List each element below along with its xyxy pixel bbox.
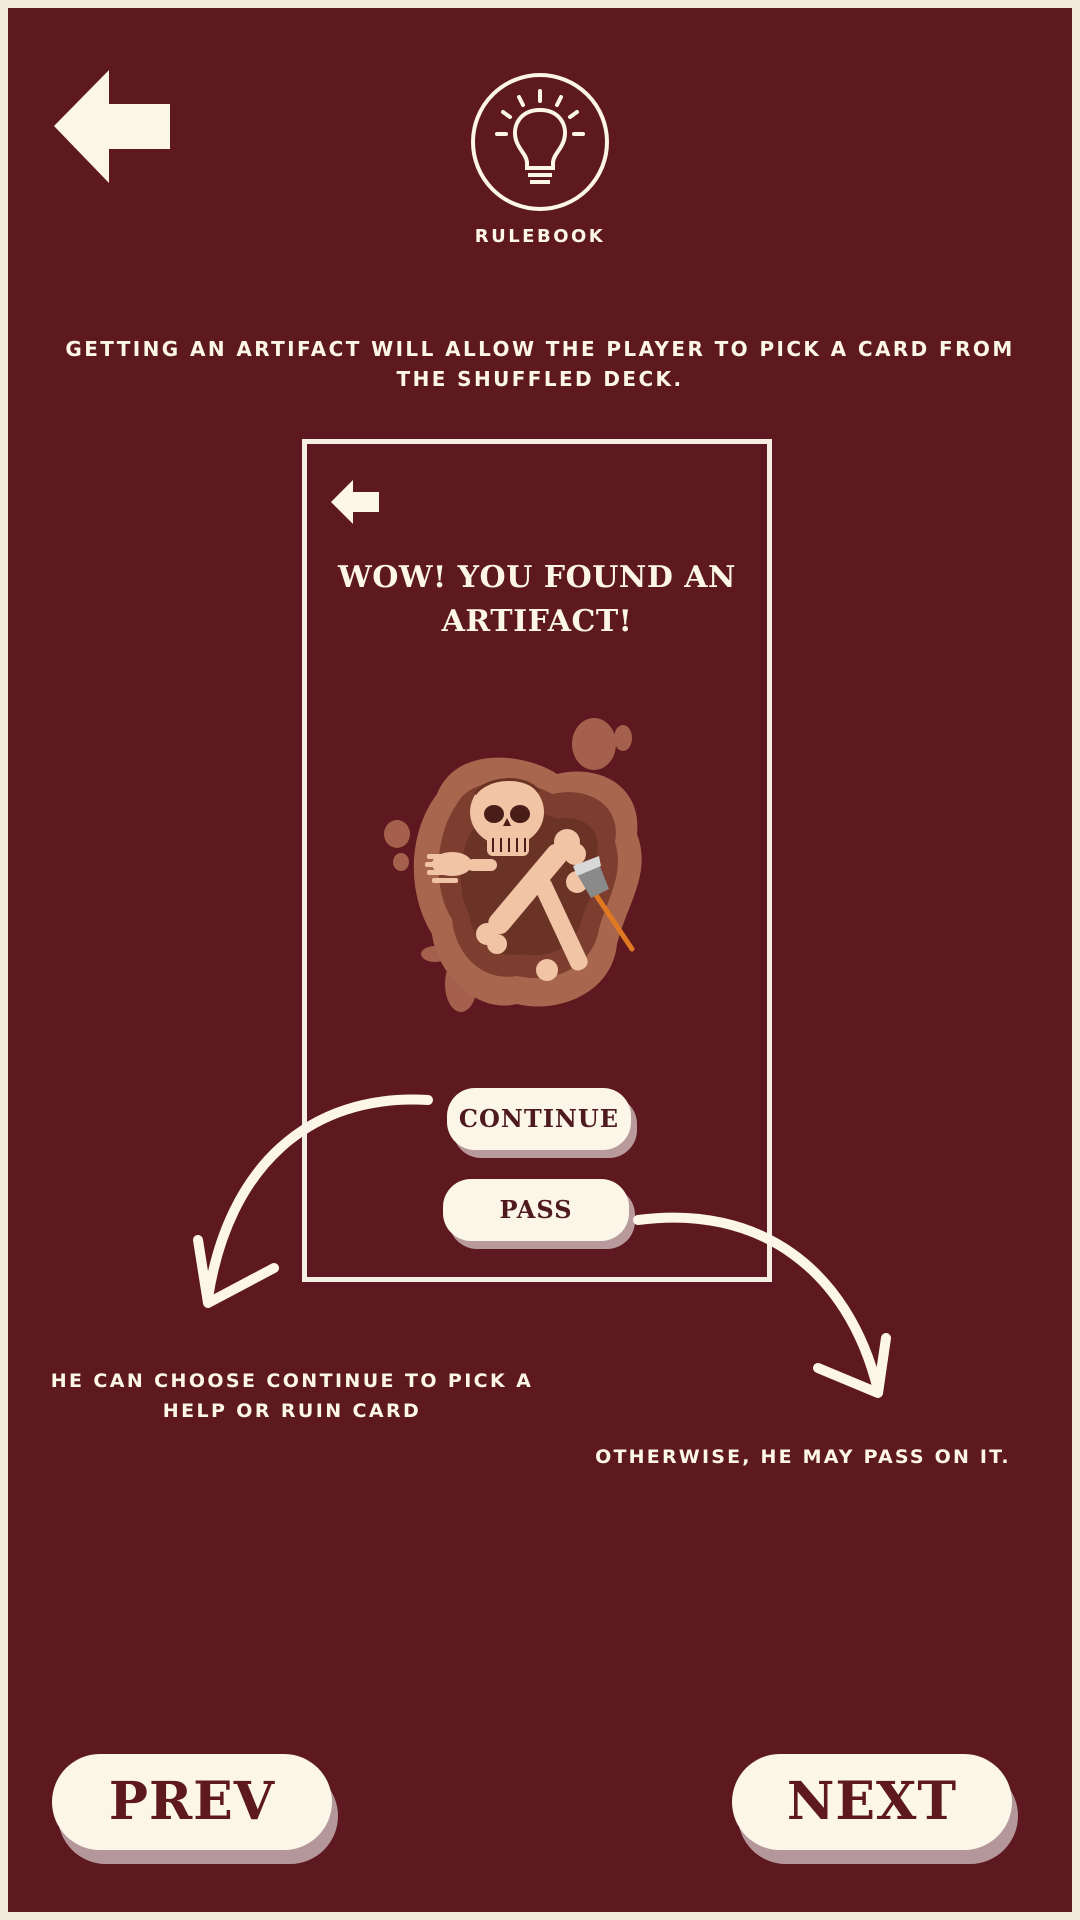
rulebook-screen: RULEBOOK GETTING AN ARTIFACT WILL ALLOW … — [8, 8, 1072, 1912]
preview-title: WOW! YOU FOUND AN ARTIFACT! — [327, 556, 747, 644]
lightbulb-icon[interactable] — [470, 72, 610, 212]
preview-continue-button[interactable]: CONTINUE — [447, 1088, 631, 1150]
prev-button[interactable]: PREV — [52, 1754, 332, 1850]
intro-text: GETTING AN ARTIFACT WILL ALLOW THE PLAYE… — [65, 337, 1015, 391]
preview-pass-button[interactable]: PASS — [443, 1179, 629, 1241]
pass-caption: OTHERWISE, HE MAY PASS ON IT. — [595, 1446, 1011, 1468]
next-button[interactable]: NEXT — [732, 1754, 1012, 1850]
screen-preview-frame: WOW! YOU FOUND AN ARTIFACT! CONTINUE PAS… — [302, 439, 772, 1282]
back-arrow-icon[interactable] — [54, 70, 172, 188]
rulebook-label: RULEBOOK — [474, 226, 606, 247]
preview-back-arrow-icon — [331, 480, 379, 524]
continue-caption-line2: HELP OR RUIN CARD — [162, 1400, 422, 1422]
continue-caption: HE CAN CHOOSE CONTINUE TO PICK A HELP OR… — [32, 1366, 552, 1426]
preview-title-line1: WOW! YOU FOUND AN — [338, 560, 736, 595]
skeleton-artifact-illustration — [384, 718, 642, 1012]
continue-caption-line1: HE CAN CHOOSE CONTINUE TO PICK A — [50, 1370, 534, 1392]
preview-title-line2: ARTIFACT! — [441, 604, 633, 639]
